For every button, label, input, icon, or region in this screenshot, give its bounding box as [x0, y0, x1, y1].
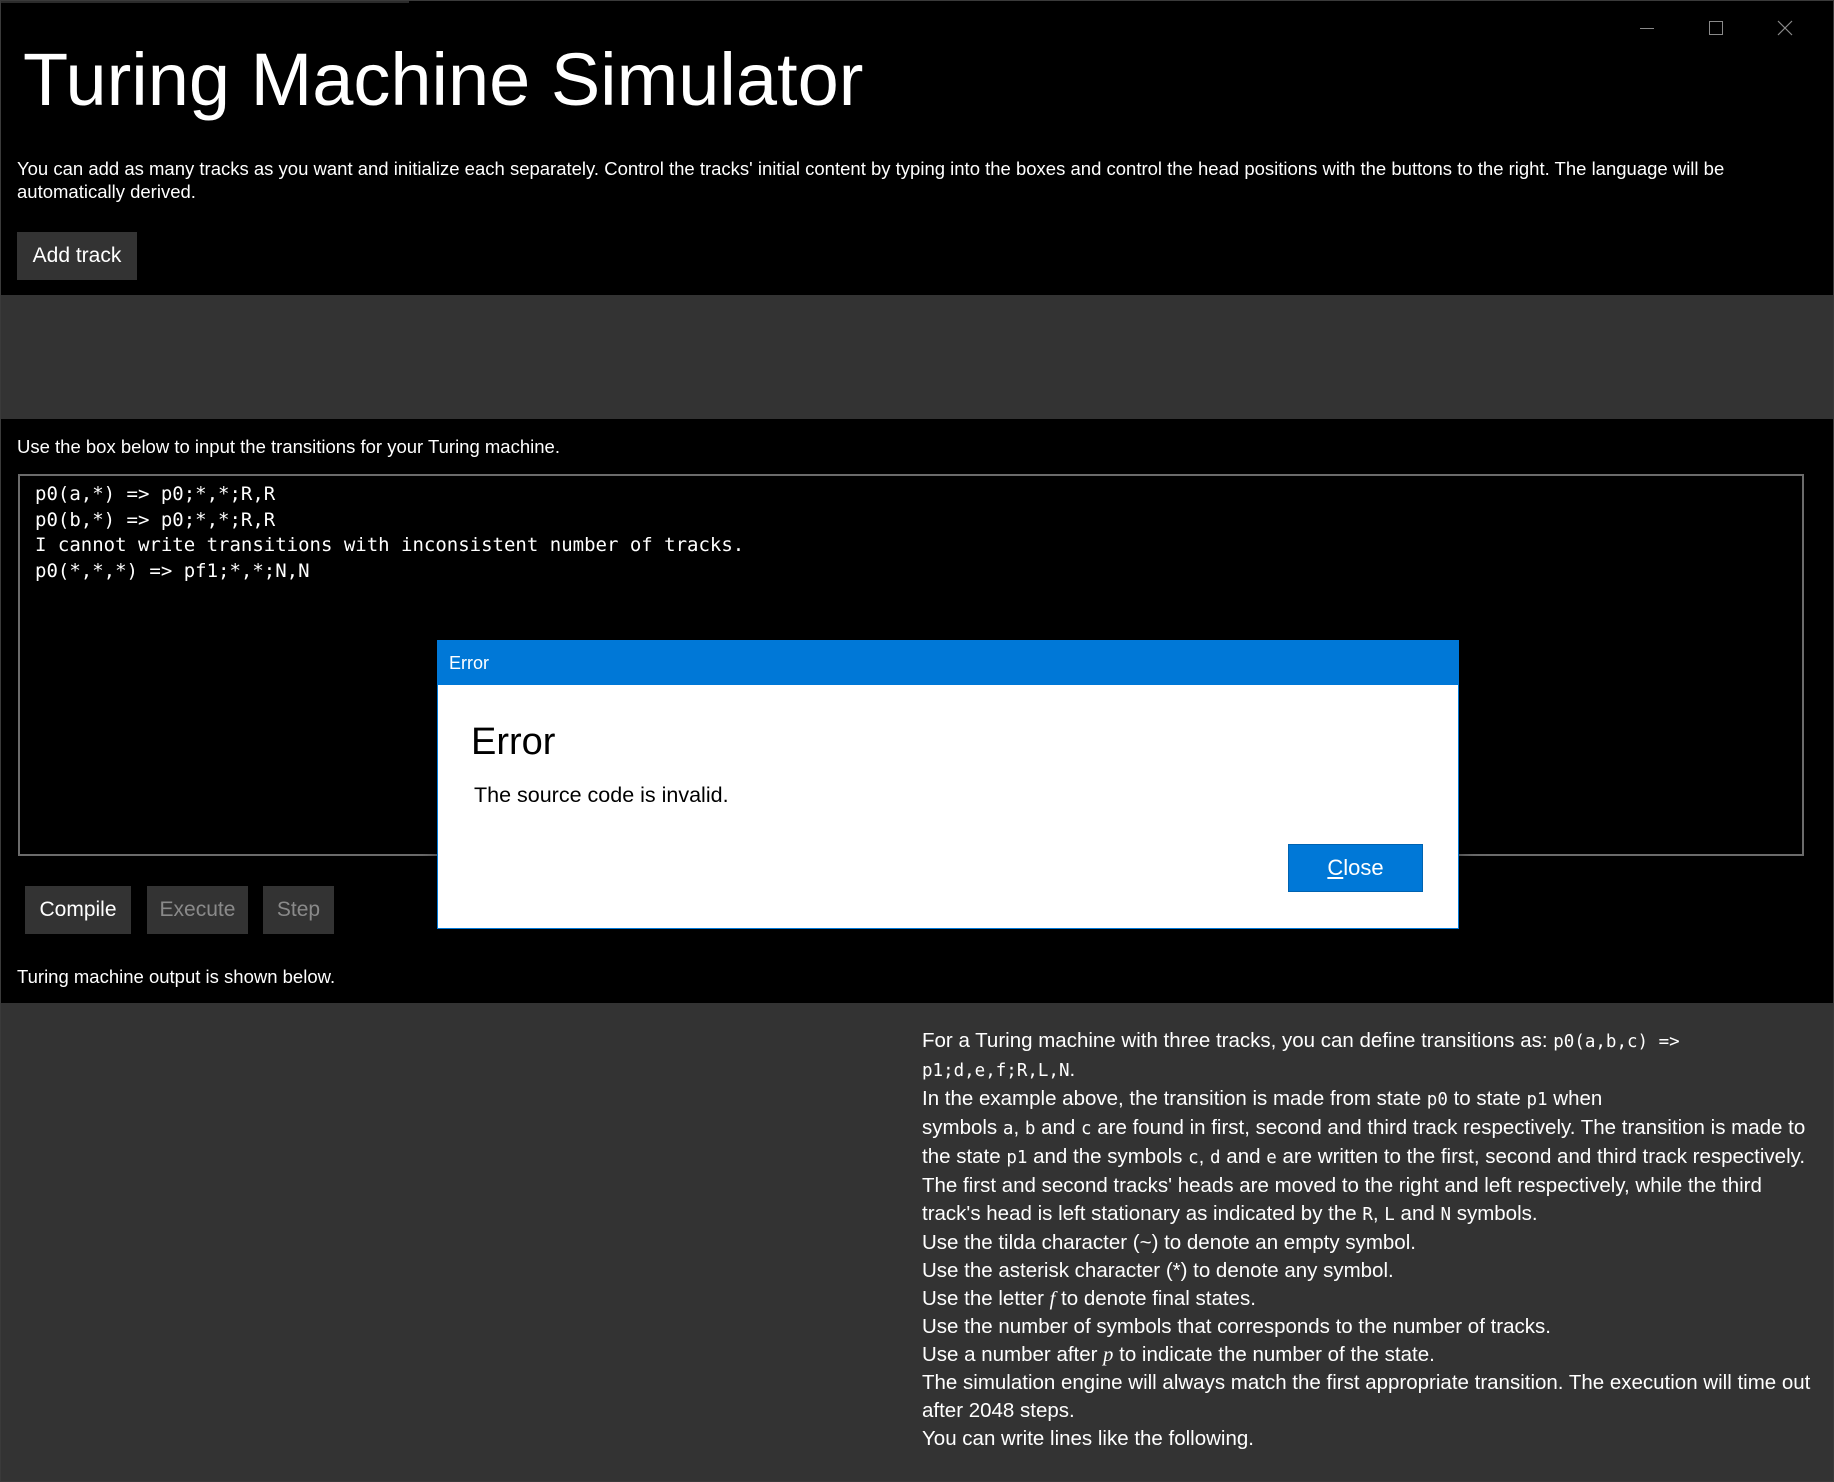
title-bar-highlight [1, 1, 409, 3]
dialog-close-button[interactable]: Close [1288, 844, 1423, 892]
dialog-heading: Error [471, 721, 556, 763]
close-label-rest: lose [1343, 855, 1384, 880]
intro-text: You can add as many tracks as you want a… [17, 158, 1725, 202]
help-final-states: Use the letter f to denote final states. [922, 1287, 1256, 1310]
help-num-symbols: Use the number of symbols that correspon… [922, 1315, 1551, 1338]
maximize-button[interactable] [1681, 11, 1750, 45]
close-window-button[interactable] [1750, 11, 1819, 45]
help-tilda: Use the tilda character (~) to denote an… [922, 1231, 1416, 1254]
step-button[interactable]: Step [263, 886, 334, 934]
page-title: Turing Machine Simulator [23, 38, 864, 121]
close-accelerator: C [1327, 855, 1344, 880]
transitions-label: Use the box below to input the transitio… [17, 436, 560, 457]
error-dialog: Error Error The source code is invalid. … [437, 640, 1459, 929]
caption-controls [1612, 11, 1819, 45]
close-icon [1777, 20, 1792, 36]
help-example: For a Turing machine with three tracks, … [922, 1029, 1680, 1081]
execute-button[interactable]: Execute [147, 886, 248, 934]
help-state-number: Use a number after p to indicate the num… [922, 1343, 1435, 1366]
minimize-icon [1639, 28, 1654, 29]
help-asterisk: Use the asterisk character (*) to denote… [922, 1259, 1394, 1282]
compile-button[interactable]: Compile [25, 886, 131, 934]
help-explanation: In the example above, the transition is … [922, 1087, 1806, 1225]
minimize-button[interactable] [1612, 11, 1681, 45]
output-label: Turing machine output is shown below. [17, 966, 336, 987]
help-lines: You can write lines like the following. [922, 1427, 1254, 1450]
app-window: Turing Machine Simulator You can add as … [0, 0, 1834, 1482]
help-text: For a Turing machine with three tracks, … [922, 1027, 1812, 1453]
dialog-titlebar: Error [438, 641, 1458, 685]
tracks-panel [1, 295, 1833, 419]
add-track-button[interactable]: Add track [17, 232, 137, 280]
help-engine: The simulation engine will always match … [922, 1371, 1811, 1422]
dialog-message: The source code is invalid. [474, 783, 729, 807]
maximize-icon [1708, 21, 1723, 35]
